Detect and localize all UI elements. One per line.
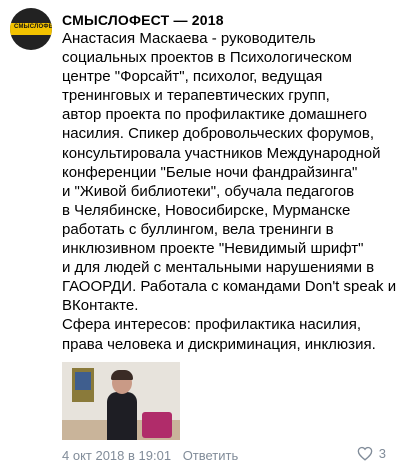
- photo-poster-inner: [75, 372, 91, 390]
- post-author[interactable]: СМЫСЛОФЕСТ — 2018: [62, 12, 224, 28]
- post-meta: 4 окт 2018 в 19:01 Ответить: [62, 448, 238, 463]
- photo-person-body: [107, 392, 137, 440]
- likes-count: 3: [378, 446, 386, 461]
- heart-outline-icon: [357, 446, 373, 461]
- reply-button[interactable]: Ответить: [183, 448, 239, 463]
- post-date[interactable]: 4 окт 2018 в 19:01: [62, 448, 171, 463]
- post-text: Анастасия Маскаева - руководитель социал…: [62, 29, 397, 354]
- post-photo[interactable]: [62, 362, 180, 440]
- avatar-logo-text: СМЫСЛОФЕСТ: [14, 24, 52, 30]
- photo-person-hair: [111, 370, 133, 380]
- avatar[interactable]: СМЫСЛОФЕСТ: [10, 8, 52, 50]
- post-paragraph-interests: Сфера интересов: профилактика насилия, п…: [62, 316, 376, 353]
- post-paragraph-bio: Анастасия Маскаева - руководитель социал…: [62, 30, 397, 315]
- like-button[interactable]: 3: [357, 446, 386, 461]
- photo-chair: [142, 412, 172, 438]
